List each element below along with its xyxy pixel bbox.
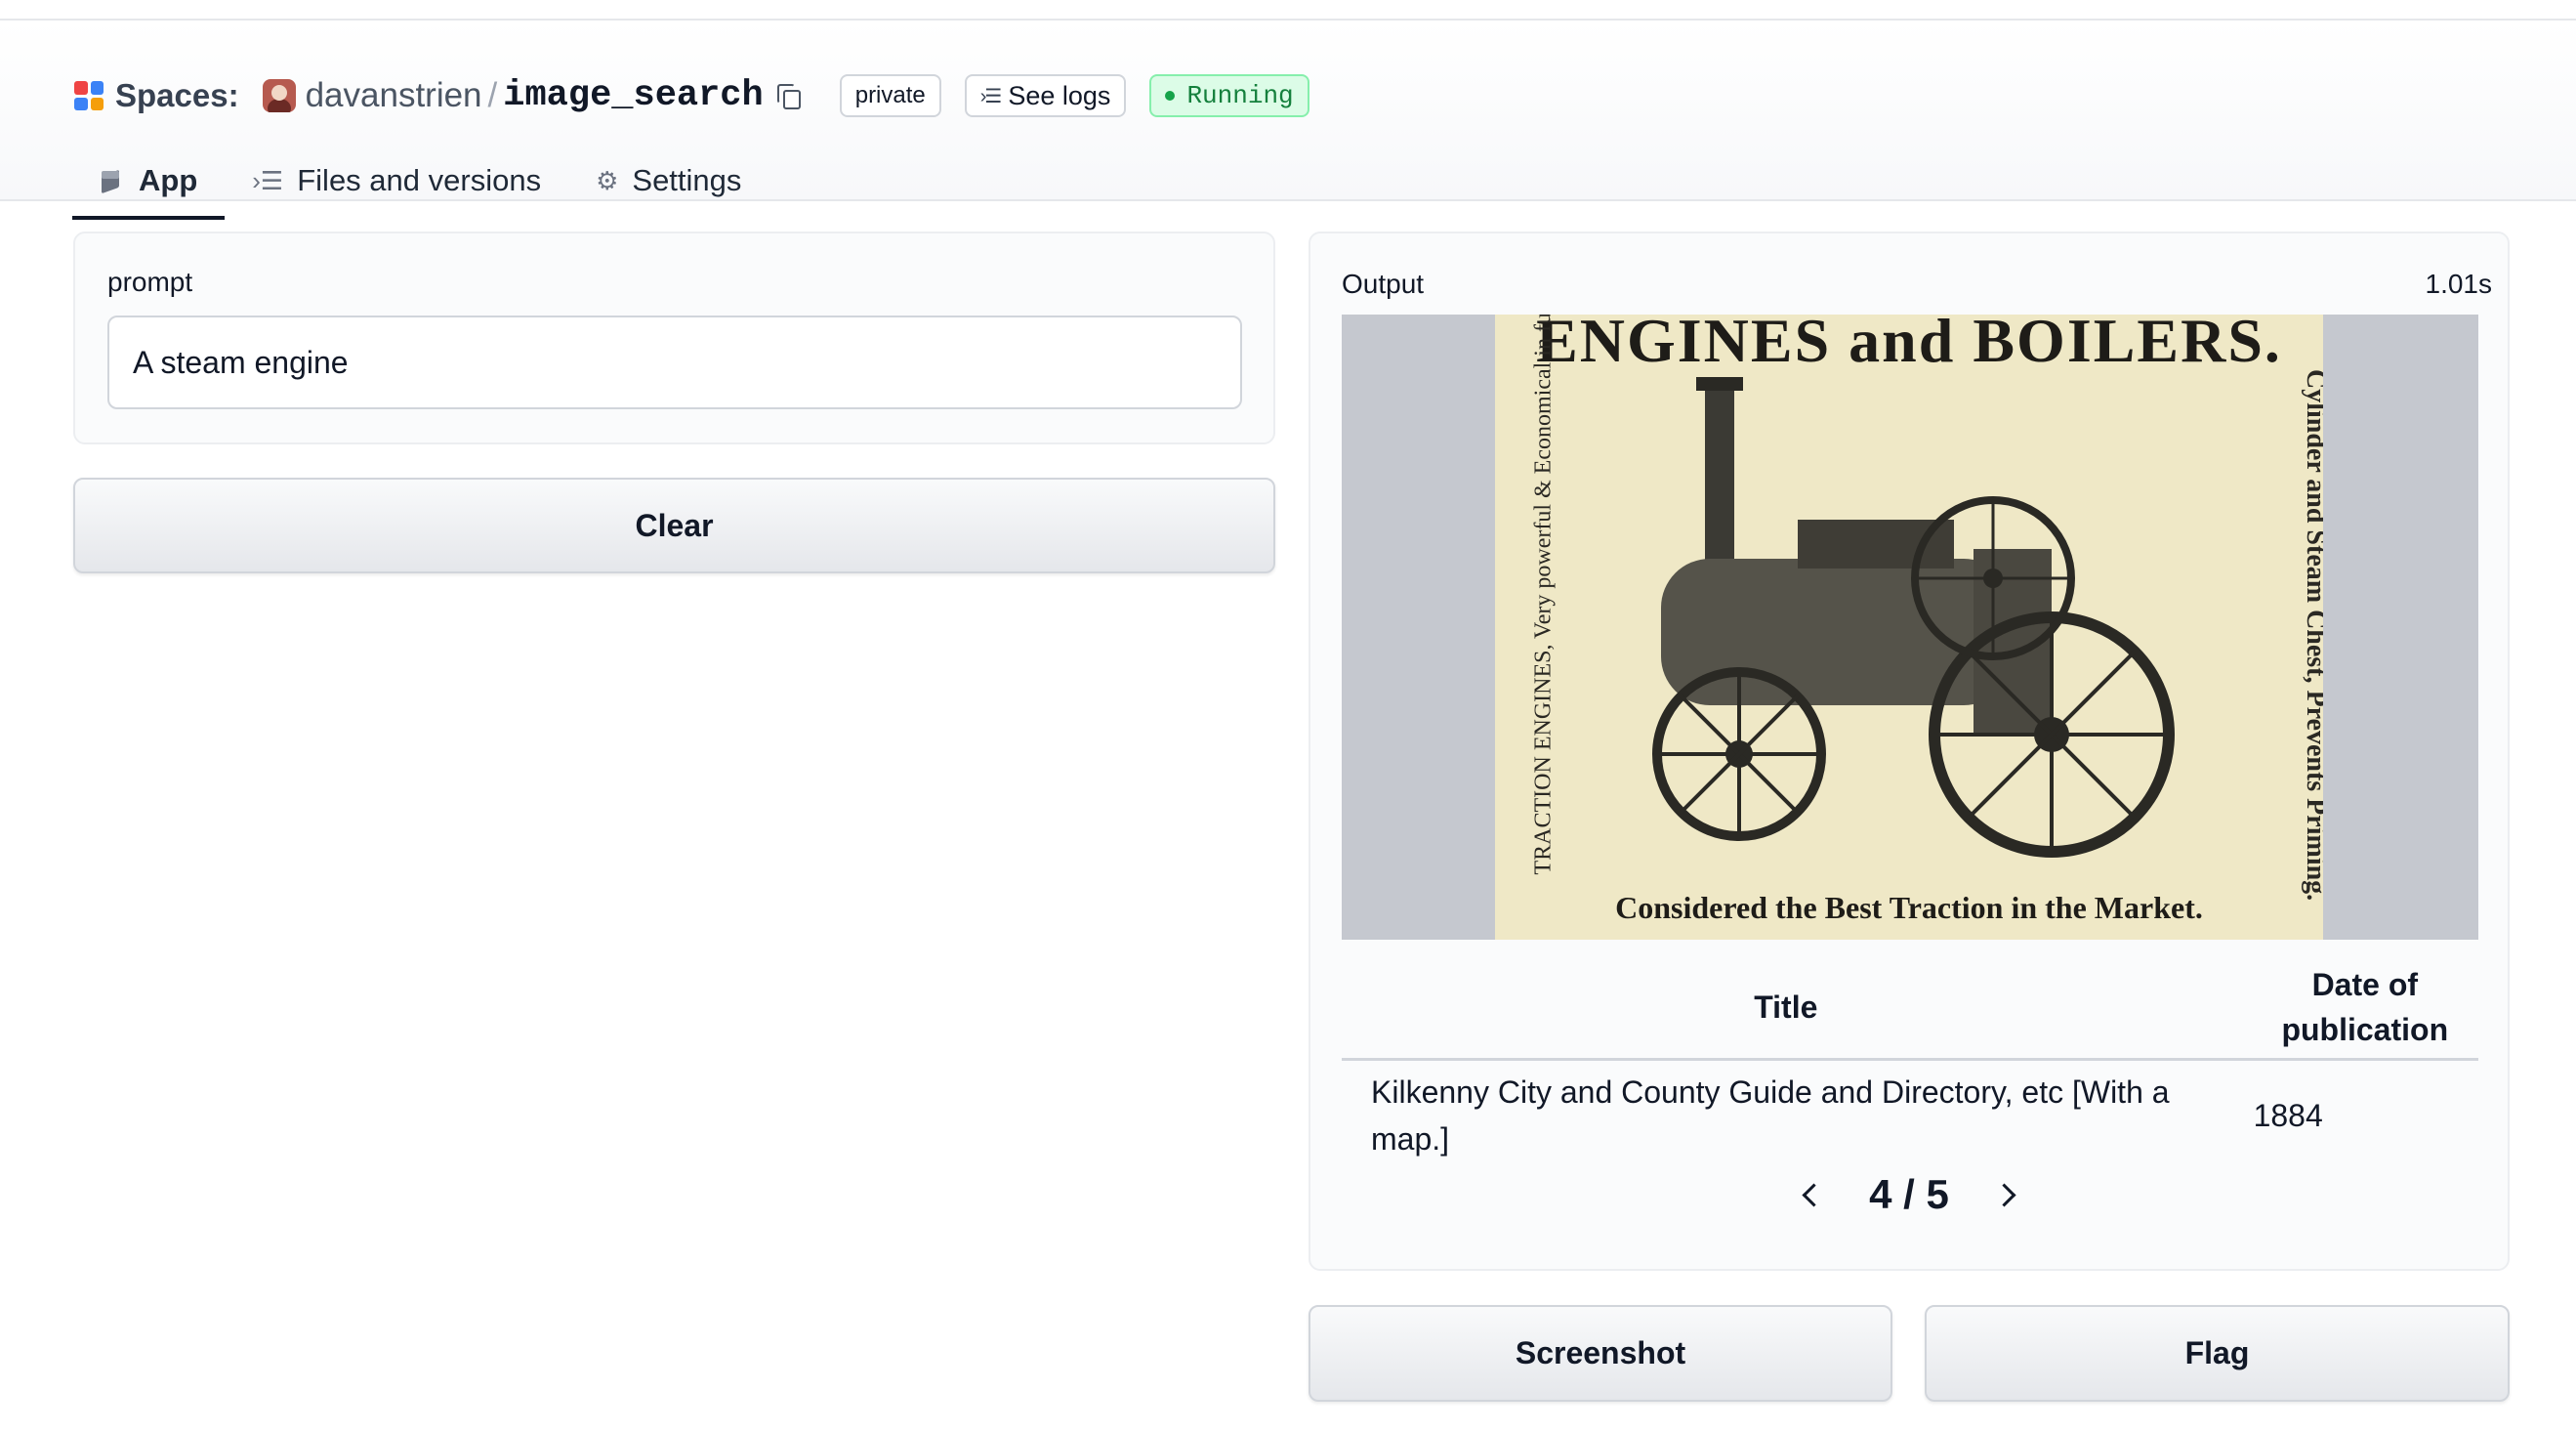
- cell-date: 1884: [2253, 1098, 2323, 1133]
- column-header-title: Title: [1342, 956, 2230, 1061]
- chevron-left-icon[interactable]: [1791, 1175, 1830, 1214]
- browser-top-edge: [0, 0, 2576, 21]
- cell-title: Kilkenny City and County Guide and Direc…: [1371, 1074, 2170, 1157]
- copy-icon[interactable]: [776, 84, 801, 109]
- see-logs-button[interactable]: ›☰ See logs: [964, 74, 1127, 117]
- prompt-input[interactable]: [107, 316, 1242, 409]
- results-table: Title Date of publication Kilkenny City …: [1342, 956, 2478, 1170]
- clear-button[interactable]: Clear: [73, 478, 1275, 573]
- space-title-row: Spaces: davanstrien / image_search priva…: [74, 71, 1333, 120]
- image-caption-right: Cylinder and Steam Chest, Prevents Primi…: [2301, 369, 2323, 902]
- output-image[interactable]: ENGINES and BOILERS. TRACTION ENGINES, V…: [1495, 315, 2323, 940]
- status-badge: Running: [1149, 74, 1309, 117]
- page-indicator: 4 / 5: [1869, 1171, 1949, 1217]
- tab-files-label: Files and versions: [297, 163, 542, 197]
- elapsed-time: 1.01s: [2425, 269, 2493, 299]
- space-header: Spaces: davanstrien / image_search priva…: [0, 21, 2576, 220]
- cube-icon: [100, 169, 121, 192]
- status-label: Running: [1186, 81, 1294, 110]
- tab-app-label: App: [139, 163, 198, 197]
- avatar[interactable]: [262, 79, 296, 112]
- table-row[interactable]: Kilkenny City and County Guide and Direc…: [1342, 1060, 2478, 1171]
- steam-engine-illustration: [1652, 377, 2175, 858]
- table-header-row: Title Date of publication: [1342, 956, 2478, 1061]
- image-caption-left: TRACTION ENGINES, Very powerful & Econom…: [1530, 315, 1557, 875]
- spaces-logo-icon: [74, 81, 104, 110]
- screenshot-button[interactable]: Screenshot: [1309, 1305, 1892, 1402]
- space-tabs: App ›☰ Files and versions ⚙ Settings: [72, 142, 769, 220]
- tab-files-and-versions[interactable]: ›☰ Files and versions: [225, 142, 568, 220]
- files-icon: ›☰: [252, 165, 284, 195]
- prompt-label: prompt: [107, 267, 193, 297]
- tab-settings-label: Settings: [632, 163, 742, 197]
- repo-name[interactable]: image_search: [503, 75, 763, 116]
- spaces-label[interactable]: Spaces:: [115, 77, 239, 114]
- logs-icon: ›☰: [979, 85, 1003, 107]
- column-header-date: Date of publication: [2229, 956, 2478, 1061]
- output-panel: Output 1.01s ENGINES and BOILERS. TRACTI…: [1309, 232, 2510, 1271]
- flag-button[interactable]: Flag: [1925, 1305, 2510, 1402]
- tab-settings[interactable]: ⚙ Settings: [568, 142, 769, 220]
- owner-link[interactable]: davanstrien: [306, 76, 482, 115]
- status-dot-icon: [1165, 91, 1176, 101]
- tab-app[interactable]: App: [72, 142, 226, 220]
- path-separator: /: [487, 76, 498, 114]
- image-caption-bottom: Considered the Best Traction in the Mark…: [1615, 890, 2203, 925]
- visibility-badge: private: [839, 74, 941, 117]
- gear-icon: ⚙: [596, 165, 619, 195]
- output-label: Output: [1342, 269, 1425, 299]
- pagination: 4 / 5: [1310, 1171, 2508, 1218]
- output-image-frame: ENGINES and BOILERS. TRACTION ENGINES, V…: [1342, 315, 2478, 940]
- prompt-panel: prompt: [73, 232, 1275, 444]
- chevron-right-icon[interactable]: [1988, 1175, 2027, 1214]
- see-logs-label: See logs: [1008, 80, 1111, 110]
